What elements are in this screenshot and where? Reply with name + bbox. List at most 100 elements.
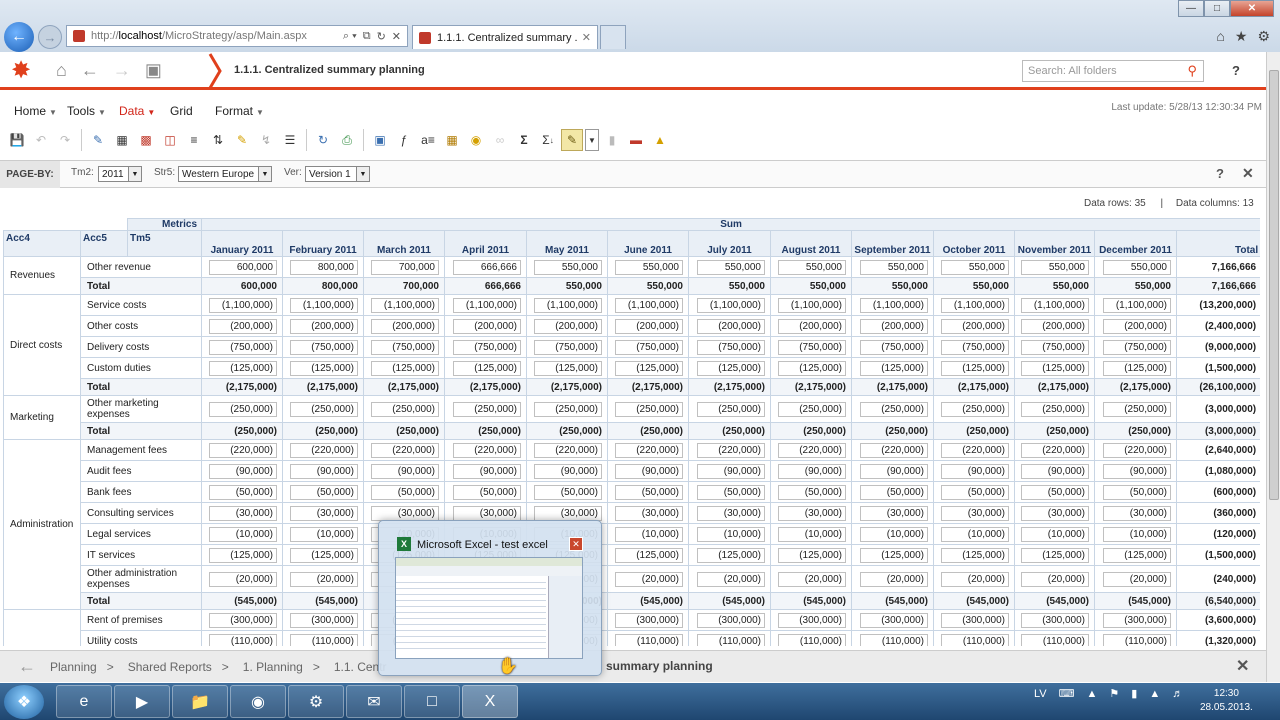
menu-grid[interactable]: Grid xyxy=(170,104,193,118)
value-cell[interactable]: (220,000) xyxy=(201,439,283,461)
excel-preview-thumbnail[interactable] xyxy=(395,557,583,659)
value-input[interactable]: (200,000) xyxy=(371,318,439,334)
value-input[interactable]: 800,000 xyxy=(290,259,358,275)
menu-format[interactable]: Format ▼ xyxy=(215,104,264,118)
value-input[interactable]: (200,000) xyxy=(615,318,683,334)
value-input[interactable]: (125,000) xyxy=(615,547,683,563)
value-cell[interactable]: (20,000) xyxy=(933,565,1015,593)
value-cell[interactable]: 550,000 xyxy=(933,256,1015,278)
month-header[interactable]: October 2011 xyxy=(933,230,1015,257)
settings-gear-icon[interactable]: ⚙ xyxy=(1257,28,1270,45)
value-input[interactable]: (220,000) xyxy=(697,442,765,458)
keyboard-icon[interactable]: ⌨ xyxy=(1059,687,1075,700)
value-cell[interactable]: (125,000) xyxy=(282,357,364,379)
value-input[interactable]: (20,000) xyxy=(860,571,928,587)
value-input[interactable]: (50,000) xyxy=(1021,484,1089,500)
value-input[interactable]: (10,000) xyxy=(778,526,846,542)
pb-tm2-select[interactable]: 2011 ▼ xyxy=(98,166,142,182)
value-input[interactable]: (110,000) xyxy=(209,633,277,646)
value-cell[interactable]: (200,000) xyxy=(444,315,527,337)
value-cell[interactable]: 550,000 xyxy=(607,256,689,278)
value-input[interactable]: (10,000) xyxy=(1021,526,1089,542)
value-cell[interactable]: (1,100,000) xyxy=(688,294,771,316)
value-cell[interactable]: (750,000) xyxy=(688,336,771,358)
breadcrumb-planning[interactable]: Planning xyxy=(50,660,97,674)
vertical-scrollbar[interactable] xyxy=(1266,52,1280,682)
value-cell[interactable]: (300,000) xyxy=(933,609,1015,631)
value-cell[interactable]: (50,000) xyxy=(1014,481,1095,503)
value-cell[interactable]: (220,000) xyxy=(770,439,852,461)
value-cell[interactable]: (1,100,000) xyxy=(1014,294,1095,316)
value-input[interactable]: (250,000) xyxy=(453,401,521,417)
value-input[interactable]: (1,100,000) xyxy=(1103,297,1171,313)
grid-view-icon[interactable]: ▦ xyxy=(111,129,133,151)
value-cell[interactable]: (250,000) xyxy=(282,395,364,423)
value-input[interactable]: (110,000) xyxy=(941,633,1009,646)
forward-button[interactable]: → xyxy=(38,25,62,49)
acc4-header[interactable]: Acc4 xyxy=(3,230,81,257)
value-input[interactable]: (300,000) xyxy=(1021,612,1089,628)
value-input[interactable]: (300,000) xyxy=(778,612,846,628)
value-cell[interactable]: (110,000) xyxy=(201,630,283,646)
value-input[interactable]: 550,000 xyxy=(615,259,683,275)
value-cell[interactable]: (750,000) xyxy=(770,336,852,358)
value-input[interactable]: (220,000) xyxy=(209,442,277,458)
value-cell[interactable]: (30,000) xyxy=(770,502,852,524)
value-cell[interactable]: (90,000) xyxy=(201,460,283,482)
value-input[interactable]: (250,000) xyxy=(860,401,928,417)
link-icon[interactable]: ∞ xyxy=(489,129,511,151)
value-input[interactable]: 600,000 xyxy=(209,259,277,275)
month-header[interactable]: February 2011 xyxy=(282,230,364,257)
value-cell[interactable]: (30,000) xyxy=(933,502,1015,524)
menu-data[interactable]: Data ▼ xyxy=(119,104,155,118)
value-cell[interactable]: (1,100,000) xyxy=(851,294,934,316)
value-cell[interactable]: (125,000) xyxy=(444,357,527,379)
value-input[interactable]: (750,000) xyxy=(1021,339,1089,355)
filter-icon[interactable]: ≡ xyxy=(183,129,205,151)
value-cell[interactable]: (1,100,000) xyxy=(201,294,283,316)
value-cell[interactable]: (20,000) xyxy=(1094,565,1177,593)
value-cell[interactable]: (200,000) xyxy=(363,315,445,337)
value-cell[interactable]: (50,000) xyxy=(851,481,934,503)
value-cell[interactable]: (90,000) xyxy=(526,460,608,482)
value-input[interactable]: (125,000) xyxy=(1021,547,1089,563)
value-cell[interactable]: (50,000) xyxy=(1094,481,1177,503)
export-icon[interactable]: ⎙ xyxy=(336,129,358,151)
value-input[interactable]: (220,000) xyxy=(1021,442,1089,458)
value-input[interactable]: (750,000) xyxy=(941,339,1009,355)
value-cell[interactable]: (50,000) xyxy=(607,481,689,503)
data-entry-icon[interactable]: ▬ xyxy=(625,129,647,151)
value-input[interactable]: (125,000) xyxy=(941,360,1009,376)
value-cell[interactable]: (20,000) xyxy=(282,565,364,593)
pb-str5-select[interactable]: Western Europe ▼ xyxy=(178,166,272,182)
outlook-icon[interactable]: ✉ xyxy=(346,685,402,718)
value-input[interactable]: (250,000) xyxy=(371,401,439,417)
value-cell[interactable]: (125,000) xyxy=(282,544,364,566)
value-cell[interactable]: (250,000) xyxy=(933,395,1015,423)
window-icon[interactable]: □ xyxy=(404,685,460,718)
value-cell[interactable]: (110,000) xyxy=(851,630,934,646)
maximize-button[interactable]: □ xyxy=(1204,0,1230,17)
value-input[interactable]: (200,000) xyxy=(209,318,277,334)
value-input[interactable]: (250,000) xyxy=(778,401,846,417)
value-cell[interactable]: 800,000 xyxy=(282,256,364,278)
value-cell[interactable]: (250,000) xyxy=(851,395,934,423)
value-cell[interactable]: 600,000 xyxy=(201,256,283,278)
chrome-icon[interactable]: ◉ xyxy=(230,685,286,718)
value-input[interactable]: (1,100,000) xyxy=(290,297,358,313)
value-input[interactable]: (125,000) xyxy=(778,547,846,563)
submit-icon[interactable]: ▲ xyxy=(649,129,671,151)
value-input[interactable]: (300,000) xyxy=(615,612,683,628)
value-cell[interactable]: (20,000) xyxy=(851,565,934,593)
value-cell[interactable]: (200,000) xyxy=(1094,315,1177,337)
rename-icon[interactable]: a≡ xyxy=(417,129,439,151)
value-input[interactable]: (750,000) xyxy=(371,339,439,355)
value-cell[interactable]: (125,000) xyxy=(1014,544,1095,566)
value-input[interactable]: (1,100,000) xyxy=(615,297,683,313)
value-cell[interactable]: (200,000) xyxy=(688,315,771,337)
search-dropdown-icon[interactable]: ⌕ ▾ xyxy=(343,30,357,43)
value-cell[interactable]: (125,000) xyxy=(933,357,1015,379)
value-cell[interactable]: (10,000) xyxy=(1094,523,1177,545)
value-input[interactable]: (90,000) xyxy=(1021,463,1089,479)
value-cell[interactable]: (90,000) xyxy=(363,460,445,482)
